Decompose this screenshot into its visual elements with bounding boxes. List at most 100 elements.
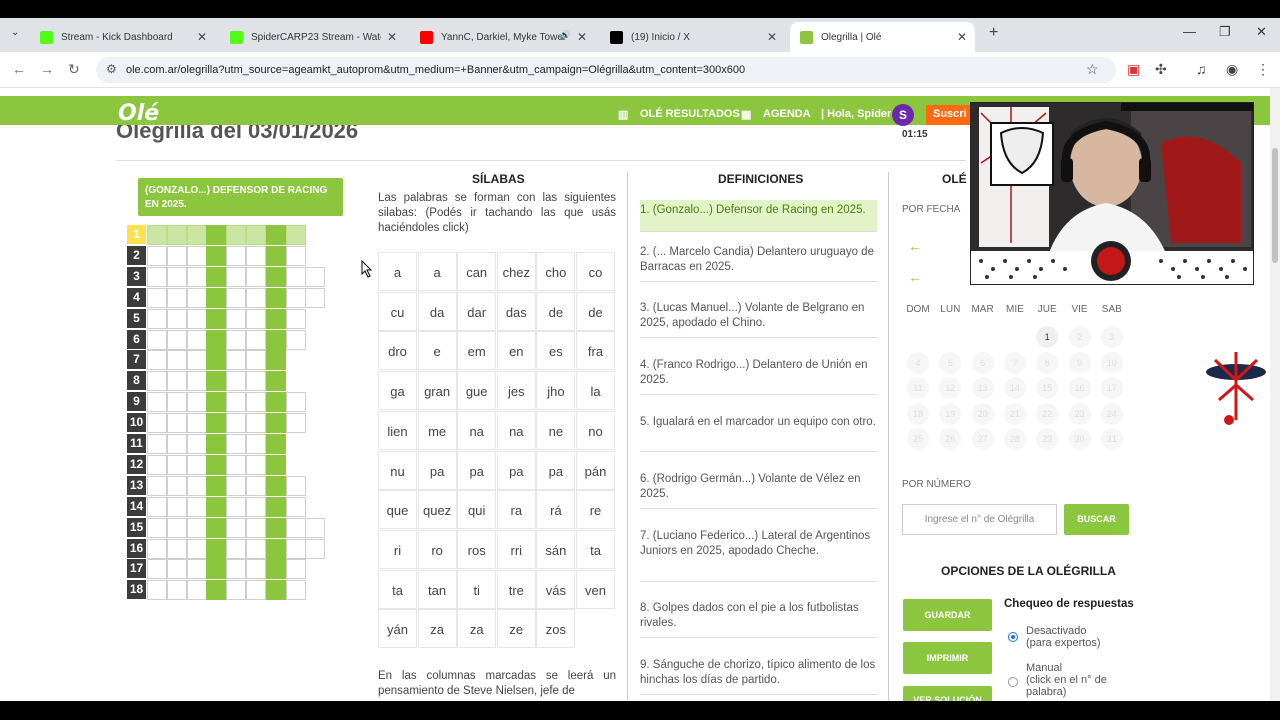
crossword-cell[interactable] — [246, 371, 266, 392]
new-tab-button[interactable]: + — [989, 24, 998, 42]
crossword-cell[interactable] — [226, 454, 247, 475]
browser-tab[interactable]: YannC, Darkiel, Myke Tower ✕ 🔊 — [410, 22, 595, 52]
crossword-cell[interactable] — [285, 538, 306, 559]
crossword-cell[interactable] — [226, 413, 247, 434]
crossword-row-number[interactable]: 16 — [127, 538, 146, 558]
syllable-cell[interactable]: rri — [496, 529, 536, 569]
crossword-cell[interactable] — [246, 245, 266, 266]
crossword-cell[interactable] — [147, 517, 167, 538]
crossword-row-number[interactable]: 18 — [127, 580, 146, 600]
syllable-cell[interactable]: da — [417, 291, 457, 331]
crossword-cell[interactable] — [265, 413, 286, 434]
calendar-day[interactable]: 1 — [1036, 326, 1059, 348]
syllable-cell[interactable]: no — [576, 410, 615, 450]
crossword-cell[interactable] — [206, 496, 227, 517]
crossword-cell[interactable] — [166, 350, 187, 371]
syllable-cell[interactable]: e — [417, 331, 457, 371]
syllable-cell[interactable]: quez — [417, 490, 457, 530]
menu-dots-icon[interactable]: ⋮ — [1256, 61, 1270, 78]
crossword-cell[interactable] — [265, 496, 286, 517]
crossword-row-number[interactable]: 6 — [127, 329, 146, 349]
crossword-cell[interactable] — [166, 225, 187, 245]
syllable-cell[interactable]: que — [378, 490, 417, 530]
crossword-row-number[interactable]: 4 — [127, 287, 146, 307]
syllable-cell[interactable]: rá — [536, 490, 576, 530]
crossword-cell[interactable] — [246, 287, 266, 308]
crossword-cell[interactable] — [147, 413, 167, 434]
crossword-cell[interactable] — [246, 559, 266, 580]
minimize-icon[interactable]: — — [1183, 24, 1196, 39]
crossword-cell[interactable] — [226, 517, 247, 538]
crossword-cell[interactable] — [186, 287, 207, 308]
syllable-cell[interactable]: pán — [576, 450, 615, 490]
syllable-cell[interactable]: pa — [457, 450, 497, 490]
crossword-row-number[interactable]: 12 — [127, 454, 146, 474]
guardar-button[interactable]: GUARDAR — [903, 599, 992, 631]
close-tab-icon[interactable]: ✕ — [387, 30, 397, 44]
crossword-cell[interactable] — [285, 475, 306, 496]
syllable-cell[interactable]: ti — [457, 569, 497, 609]
crossword-cell[interactable] — [265, 475, 286, 496]
crossword-row-number[interactable]: 7 — [127, 350, 146, 370]
crossword-cell[interactable] — [265, 434, 286, 454]
crossword-cell[interactable] — [166, 538, 187, 559]
close-window-icon[interactable]: ✕ — [1256, 24, 1267, 40]
syllable-cell[interactable]: tan — [417, 569, 457, 609]
crossword-cell[interactable] — [285, 392, 306, 413]
syllable-cell[interactable]: sán — [536, 529, 576, 569]
crossword-cell[interactable] — [166, 434, 187, 454]
crossword-cell[interactable] — [186, 266, 207, 287]
syllable-cell[interactable]: na — [496, 410, 536, 450]
crossword-cell[interactable] — [206, 266, 227, 287]
crossword-cell[interactable] — [285, 329, 306, 350]
extensions-puzzle-icon[interactable]: ✣ — [1155, 61, 1167, 78]
opt-desactivado[interactable]: Desactivado (para expertos) — [1026, 625, 1101, 649]
crossword-cell[interactable] — [285, 287, 306, 308]
crossword-cell[interactable] — [226, 225, 247, 245]
crossword-cell[interactable] — [186, 475, 207, 496]
crossword-cell[interactable] — [147, 538, 167, 559]
avatar[interactable]: S — [892, 104, 914, 126]
crossword-row-number[interactable]: 5 — [127, 308, 146, 328]
syllable-cell[interactable]: ta — [378, 569, 417, 609]
browser-tab[interactable]: Olegrilla | Olé ✕ — [790, 22, 975, 52]
calendar-icon[interactable]: ▦ — [741, 108, 751, 121]
crossword-cell[interactable] — [147, 496, 167, 517]
crossword-cell[interactable] — [246, 350, 266, 371]
definition-item[interactable]: 3. (Lucas Manuel...) Volante de Belgrano… — [640, 298, 877, 338]
crossword-cell[interactable] — [226, 350, 247, 371]
crossword-cell[interactable] — [206, 287, 227, 308]
close-tab-icon[interactable]: ✕ — [767, 30, 777, 44]
ver-solucion-button[interactable]: VER SOLUCIÓN — [903, 686, 992, 701]
crossword-cell[interactable] — [147, 580, 167, 601]
syllable-cell[interactable]: ros — [457, 529, 497, 569]
crossword-cell[interactable] — [147, 454, 167, 475]
crossword-cell[interactable] — [147, 434, 167, 454]
crossword-cell[interactable] — [186, 371, 207, 392]
crossword-cell[interactable] — [265, 308, 286, 329]
crossword-cell[interactable] — [246, 413, 266, 434]
close-tab-icon[interactable]: ✕ — [957, 30, 967, 44]
crossword-cell[interactable] — [265, 392, 286, 413]
syllable-cell[interactable]: zos — [536, 609, 576, 649]
crossword-cell[interactable] — [206, 329, 227, 350]
syllable-cell[interactable]: em — [457, 331, 497, 371]
crossword-cell[interactable] — [166, 371, 187, 392]
crossword-cell[interactable] — [206, 413, 227, 434]
crossword-cell[interactable] — [206, 454, 227, 475]
crossword-cell[interactable] — [265, 329, 286, 350]
syllable-cell[interactable]: ne — [536, 410, 576, 450]
syllable-cell[interactable]: tre — [496, 569, 536, 609]
crossword-cell[interactable] — [166, 580, 187, 601]
crossword-cell[interactable] — [226, 371, 247, 392]
crossword-cell[interactable] — [147, 350, 167, 371]
syllable-cell[interactable]: jes — [496, 371, 536, 411]
extension-icon[interactable]: ▣ — [1127, 61, 1140, 78]
syllable-cell[interactable]: me — [417, 410, 457, 450]
syllable-cell[interactable]: de — [576, 291, 615, 331]
definition-item[interactable]: 8. Golpes dados con el pie a los futboli… — [640, 598, 877, 638]
crossword-cell[interactable] — [246, 496, 266, 517]
syllable-cell[interactable]: en — [496, 331, 536, 371]
crossword-row-number[interactable]: 10 — [127, 413, 146, 433]
crossword-cell[interactable] — [186, 225, 207, 245]
